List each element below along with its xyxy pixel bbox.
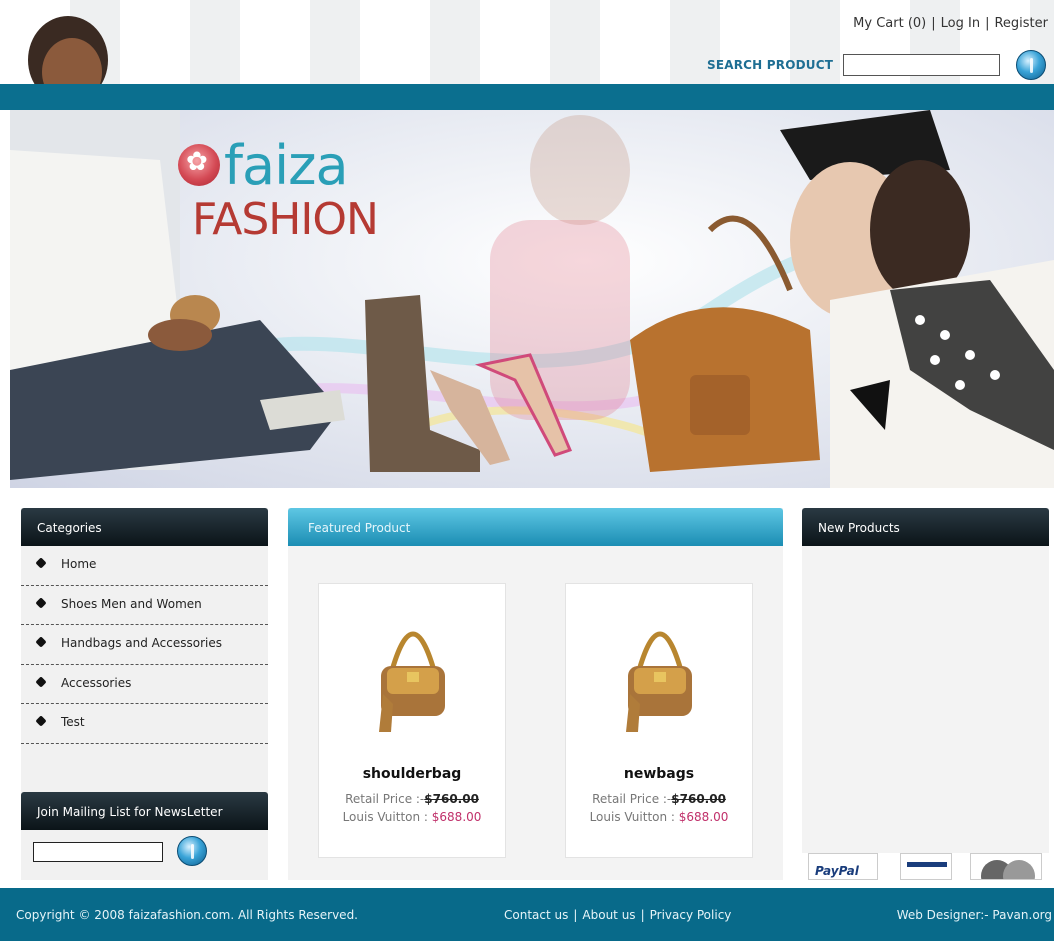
newsletter-box: Join Mailing List for NewsLetter	[21, 792, 268, 866]
product-card[interactable]: newbags Retail Price :-$760.00 Louis Vui…	[565, 583, 753, 858]
category-label: Test	[61, 715, 85, 729]
category-list: Home Shoes Men and Women Handbags and Ac…	[21, 546, 268, 744]
left-sidebar: Categories Home Shoes Men and Women Hand…	[21, 508, 268, 880]
category-item-shoes[interactable]: Shoes Men and Women	[21, 586, 268, 625]
sale-price-line: Louis Vuitton : $688.00	[566, 810, 752, 824]
new-products-list	[802, 546, 1049, 836]
main-content: Categories Home Shoes Men and Women Hand…	[0, 488, 1054, 888]
paypal-logo: PayPal	[808, 853, 878, 880]
account-links: My Cart (0) | Log In | Register	[853, 16, 1048, 31]
product-name[interactable]: newbags	[566, 766, 752, 782]
search-button[interactable]	[1016, 50, 1046, 80]
separator: |	[573, 908, 578, 922]
sale-price-line: Louis Vuitton : $688.00	[319, 810, 505, 824]
categories-heading: Categories	[21, 508, 268, 546]
hero-banner: faiza FASHION	[10, 110, 1054, 488]
brand-label: Louis Vuitton :	[589, 810, 675, 824]
retail-price-label: Retail Price :-	[345, 792, 425, 806]
separator: |	[640, 908, 645, 922]
header-bar	[0, 84, 1054, 110]
brand-label: Louis Vuitton :	[342, 810, 428, 824]
product-image-shoulderbag	[379, 631, 445, 732]
new-products: New Products PayPal	[802, 508, 1049, 880]
new-products-heading: New Products	[802, 508, 1049, 546]
designer-credit: Web Designer:- Pavan.org	[896, 908, 1052, 922]
bullet-icon	[35, 636, 47, 648]
search-input[interactable]	[843, 54, 1000, 76]
footer-links: Contact us | About us | Privacy Policy	[504, 908, 731, 922]
login-link[interactable]: Log In	[941, 16, 980, 31]
category-item-home[interactable]: Home	[21, 546, 268, 586]
privacy-link[interactable]: Privacy Policy	[650, 908, 732, 922]
bullet-icon	[35, 557, 47, 569]
mastercard-logo	[970, 853, 1042, 880]
retail-price-line: Retail Price :-$760.00	[319, 792, 505, 806]
separator: |	[985, 16, 990, 31]
newsletter-submit-button[interactable]	[177, 836, 207, 866]
category-label: Handbags and Accessories	[61, 636, 222, 650]
about-link[interactable]: About us	[582, 908, 635, 922]
newsletter-heading: Join Mailing List for NewsLetter	[21, 792, 268, 830]
category-label: Accessories	[61, 675, 132, 690]
sale-price: $688.00	[678, 810, 729, 824]
search-label: SEARCH PRODUCT	[707, 58, 834, 72]
bullet-icon	[35, 675, 47, 688]
product-card[interactable]: shoulderbag Retail Price :-$760.00 Louis…	[318, 583, 506, 858]
category-label: Shoes Men and Women	[61, 596, 202, 611]
category-item-test[interactable]: Test	[21, 704, 268, 744]
bullet-icon	[35, 715, 47, 727]
retail-price: $760.00	[671, 792, 726, 806]
separator: |	[931, 16, 936, 31]
page: My Cart (0) | Log In | Register SEARCH PRODU…	[0, 0, 1054, 941]
payment-logos: PayPal	[802, 853, 1049, 880]
featured-products: Featured Product shoulderbag Retail Pric…	[288, 508, 783, 880]
model-man-head-image	[28, 16, 108, 84]
banner-artwork	[10, 110, 1054, 488]
visa-logo	[900, 853, 952, 880]
category-item-handbags[interactable]: Handbags and Accessories	[21, 625, 268, 665]
category-label: Home	[61, 557, 97, 571]
product-image-newbags	[626, 631, 692, 732]
flower-icon	[178, 144, 220, 186]
register-link[interactable]: Register	[994, 16, 1048, 31]
sale-price: $688.00	[431, 810, 482, 824]
bullet-icon	[35, 596, 47, 609]
retail-price-label: Retail Price :-	[592, 792, 672, 806]
product-name[interactable]: shoulderbag	[319, 766, 505, 782]
copyright-text: Copyright © 2008 faizafashion.com. All R…	[16, 908, 358, 922]
my-cart-link[interactable]: My Cart (0)	[853, 16, 926, 31]
contact-link[interactable]: Contact us	[504, 908, 568, 922]
retail-price: $760.00	[424, 792, 479, 806]
logo-word-fashion: FASHION	[192, 194, 379, 245]
newsletter-email-input[interactable]	[33, 842, 163, 862]
retail-price-line: Retail Price :-$760.00	[566, 792, 752, 806]
featured-heading: Featured Product	[288, 508, 783, 546]
category-item-accessories[interactable]: Accessories	[21, 665, 268, 704]
logo-word-faiza: faiza	[224, 134, 349, 197]
footer: Copyright © 2008 faizafashion.com. All R…	[0, 888, 1054, 941]
